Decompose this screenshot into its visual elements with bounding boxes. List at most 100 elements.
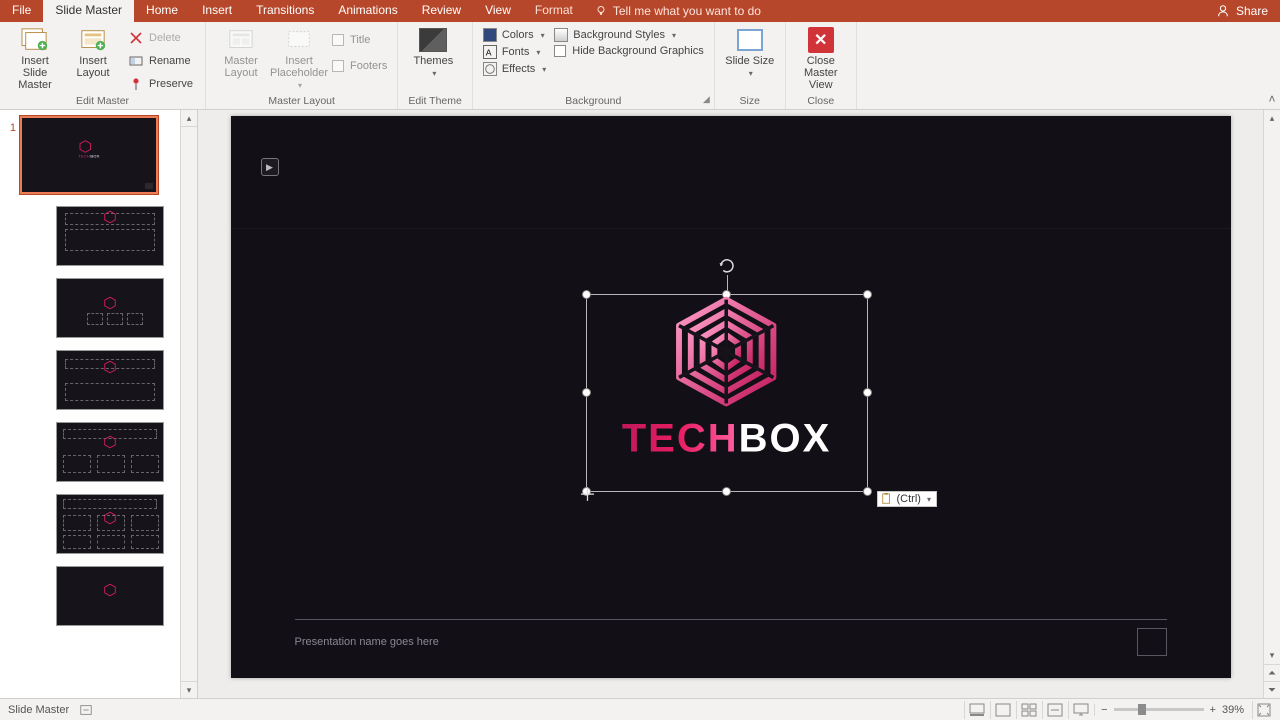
tab-slide-master[interactable]: Slide Master: [43, 0, 134, 22]
group-edit-theme: Themes▾ Edit Theme: [398, 22, 473, 109]
tell-me[interactable]: Tell me what you want to do: [585, 0, 771, 22]
master-number: 1: [6, 116, 16, 134]
thumbnails-scrollbar[interactable]: ▴ ▾: [180, 110, 197, 698]
resize-handle[interactable]: [582, 388, 591, 397]
slide-size-button[interactable]: Slide Size ▾: [725, 24, 775, 79]
tab-file[interactable]: File: [0, 0, 43, 22]
resize-handle[interactable]: [582, 290, 591, 299]
title-checkbox[interactable]: Title: [332, 34, 387, 46]
resize-handle[interactable]: [863, 290, 872, 299]
rename-icon: [128, 53, 144, 69]
rename-label: Rename: [149, 55, 191, 67]
tab-format[interactable]: Format: [523, 0, 585, 22]
insert-layout-label: Insert Layout: [68, 55, 118, 79]
collapse-ribbon-button[interactable]: ˄: [1264, 22, 1280, 109]
insert-placeholder-label: Insert Placeholder ▾: [270, 55, 328, 91]
next-slide-icon[interactable]: ⏷: [1264, 681, 1280, 698]
rename-button[interactable]: Rename: [126, 51, 195, 71]
accessibility-icon[interactable]: [79, 703, 93, 717]
master-thumbnail[interactable]: TECHBOX: [20, 116, 158, 194]
layout-thumbnail-4[interactable]: [56, 422, 164, 482]
prev-slide-icon[interactable]: ⏶: [1264, 664, 1280, 681]
insert-layout-button[interactable]: Insert Layout: [68, 24, 118, 79]
close-icon: ✕: [805, 26, 837, 54]
scroll-up-icon[interactable]: ▴: [1264, 110, 1280, 127]
thumbnails-panel: 1 TECHBOX: [0, 110, 198, 698]
chevron-down-icon: ▾: [927, 495, 931, 504]
effects-dropdown[interactable]: Effects▾: [483, 62, 546, 76]
slide-number-placeholder[interactable]: [1137, 628, 1167, 656]
play-icon[interactable]: ▶: [261, 158, 279, 176]
layout-thumbnail-3[interactable]: [56, 350, 164, 410]
group-size: Slide Size ▾ Size: [715, 22, 786, 109]
checkbox-icon: [554, 45, 566, 57]
zoom-slider[interactable]: [1114, 708, 1204, 711]
dialog-launcher-icon[interactable]: ◢: [703, 94, 710, 105]
workspace: 1 TECHBOX: [0, 110, 1280, 698]
fit-to-window-button[interactable]: [1252, 701, 1274, 719]
insert-slide-master-icon: [19, 26, 51, 54]
themes-label: Themes▾: [413, 55, 453, 79]
logo-object[interactable]: TECHBOX: [622, 293, 832, 462]
share-button[interactable]: Share: [1204, 0, 1280, 22]
tell-me-label: Tell me what you want to do: [613, 4, 761, 18]
background-styles-dropdown[interactable]: Background Styles▾: [554, 28, 703, 42]
hide-background-checkbox[interactable]: Hide Background Graphics: [554, 45, 703, 57]
colors-dropdown[interactable]: Colors▾: [483, 28, 546, 42]
tab-animations[interactable]: Animations: [326, 0, 409, 22]
scroll-up-icon[interactable]: ▴: [181, 110, 197, 127]
master-layout-label: Master Layout: [216, 55, 266, 79]
zoom-out-button[interactable]: −: [1101, 704, 1107, 716]
close-master-view-button[interactable]: ✕ Close Master View: [796, 24, 846, 91]
layout-thumbnail-2[interactable]: [56, 278, 164, 338]
fonts-icon: A: [483, 45, 497, 59]
effects-icon: [483, 62, 497, 76]
preserve-button[interactable]: Preserve: [126, 74, 195, 94]
tab-insert[interactable]: Insert: [190, 0, 244, 22]
zoom-percent[interactable]: 39%: [1222, 704, 1244, 716]
layout-thumbnail-5[interactable]: [56, 494, 164, 554]
layout-thumbnail-1[interactable]: [56, 206, 164, 266]
footer-placeholder[interactable]: Presentation name goes here: [295, 636, 439, 648]
themes-icon: [417, 26, 449, 54]
layout-thumbnail-6[interactable]: [56, 566, 164, 626]
zoom-control: − + 39%: [1094, 704, 1250, 716]
rotate-handle[interactable]: [718, 257, 736, 275]
scroll-down-icon[interactable]: ▾: [181, 681, 197, 698]
group-master-layout: Master Layout Insert Placeholder ▾ Title…: [206, 22, 398, 109]
selection-frame[interactable]: TECHBOX ＋ (Ctrl) ▾: [586, 294, 868, 492]
colors-label: Colors: [502, 29, 534, 41]
lightbulb-icon: [595, 5, 607, 17]
fonts-dropdown[interactable]: A Fonts▾: [483, 45, 546, 59]
group-background: Colors▾ A Fonts▾ Effects▾ Background Sty…: [473, 22, 715, 109]
tab-transitions[interactable]: Transitions: [244, 0, 326, 22]
group-label-close: Close: [796, 94, 846, 109]
notes-button[interactable]: [964, 701, 988, 719]
canvas-scrollbar[interactable]: ▴ ▾ ⏶ ⏷: [1263, 110, 1280, 698]
insert-placeholder-button[interactable]: Insert Placeholder ▾: [274, 24, 324, 91]
checkbox-icon: [332, 60, 344, 72]
delete-button[interactable]: Delete: [126, 28, 195, 48]
resize-handle[interactable]: [722, 487, 731, 496]
background-styles-label: Background Styles: [573, 29, 665, 41]
insert-slide-master-button[interactable]: Insert Slide Master: [10, 24, 60, 91]
normal-view-button[interactable]: [990, 701, 1014, 719]
reading-view-button[interactable]: [1042, 701, 1066, 719]
slideshow-view-button[interactable]: [1068, 701, 1092, 719]
share-label: Share: [1236, 4, 1268, 18]
tab-review[interactable]: Review: [410, 0, 473, 22]
tab-view[interactable]: View: [473, 0, 523, 22]
themes-button[interactable]: Themes▾: [408, 24, 458, 79]
insert-placeholder-icon: [283, 26, 315, 54]
scroll-down-icon[interactable]: ▾: [1264, 647, 1280, 664]
master-layout-button[interactable]: Master Layout: [216, 24, 266, 79]
paste-options-button[interactable]: (Ctrl) ▾: [877, 491, 937, 507]
zoom-in-button[interactable]: +: [1210, 704, 1216, 716]
resize-handle[interactable]: [863, 487, 872, 496]
resize-handle[interactable]: [863, 388, 872, 397]
slide-master-canvas[interactable]: ▶: [231, 116, 1231, 678]
tab-home[interactable]: Home: [134, 0, 190, 22]
sorter-view-button[interactable]: [1016, 701, 1040, 719]
footers-checkbox[interactable]: Footers: [332, 60, 387, 72]
footers-checkbox-label: Footers: [350, 60, 387, 72]
